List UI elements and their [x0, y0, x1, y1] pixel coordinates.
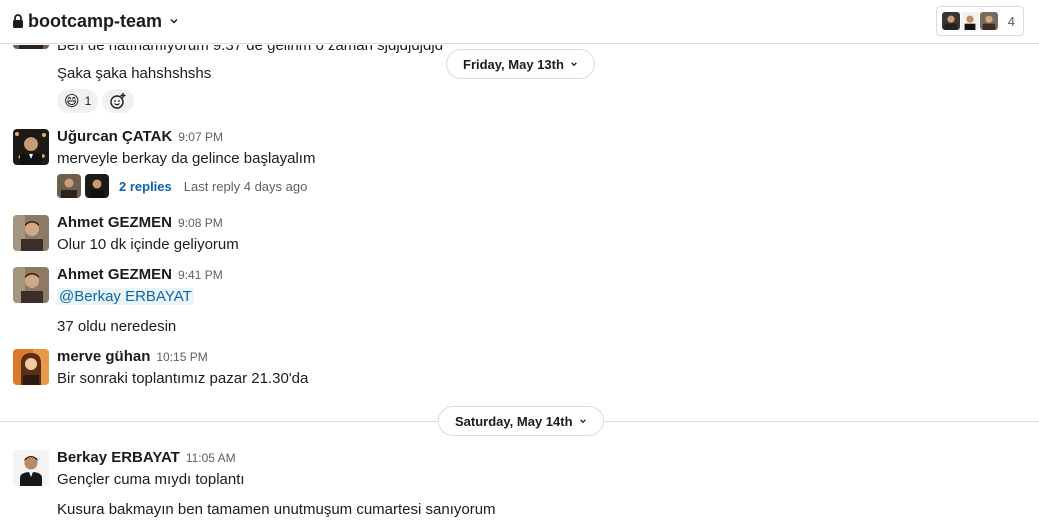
- chevron-down-icon: [579, 419, 586, 424]
- message-text: Ben de hatırlamıyorum 9.37 de gelirim o …: [57, 45, 444, 54]
- message-text: Olur 10 dk içinde geliyorum: [57, 236, 239, 253]
- reaction-pill[interactable]: 😄 1: [57, 89, 99, 113]
- timestamp[interactable]: 9:41 PM: [178, 268, 223, 282]
- member-avatar: [978, 11, 999, 31]
- timestamp[interactable]: 10:15 PM: [156, 350, 207, 364]
- grinning-emoji-icon: 😄: [64, 93, 80, 110]
- chevron-down-icon: [571, 62, 577, 67]
- member-avatar: [940, 11, 961, 31]
- reply-avatar: [85, 174, 109, 198]
- message-text: 37 oldu neredesin: [57, 318, 177, 335]
- date-label: Friday, May 13th: [463, 56, 564, 72]
- channel-name-button[interactable]: bootcamp-team: [12, 10, 179, 32]
- avatar[interactable]: [13, 349, 49, 385]
- date-divider-button[interactable]: Saturday, May 14th: [438, 406, 604, 436]
- message-text: Gençler cuma mıydı toplantı: [57, 471, 245, 488]
- author-name[interactable]: Ahmet GEZMEN 9:41 PM: [57, 266, 223, 283]
- avatar[interactable]: [13, 267, 49, 303]
- channel-name: bootcamp-team: [28, 10, 163, 31]
- member-avatar: [959, 11, 980, 31]
- message-text: Şaka şaka hahshshshs: [57, 65, 212, 82]
- member-count: 4: [1007, 13, 1015, 29]
- chevron-down-icon: [170, 18, 178, 24]
- avatar[interactable]: [13, 450, 49, 486]
- date-divider-button[interactable]: Friday, May 13th: [446, 49, 595, 79]
- message-text: @Berkay ERBAYAT: [57, 288, 194, 305]
- date-label: Saturday, May 14th: [455, 413, 573, 429]
- author-name[interactable]: merve gühan 10:15 PM: [57, 348, 208, 365]
- add-reaction-icon: [110, 93, 126, 109]
- message-text: Bir sonraki toplantımız pazar 21.30'da: [57, 370, 309, 387]
- message-list[interactable]: Ben de hatırlamıyorum 9.37 de gelirim o …: [0, 45, 1039, 526]
- thread-summary[interactable]: 2 replies Last reply 4 days ago: [57, 173, 307, 199]
- lock-icon: [13, 14, 23, 28]
- timestamp[interactable]: 11:05 AM: [186, 451, 236, 465]
- avatar[interactable]: [13, 215, 49, 251]
- reply-avatar: [57, 174, 81, 198]
- avatar: [13, 45, 49, 49]
- author-name[interactable]: Ahmet GEZMEN 9:08 PM: [57, 214, 223, 231]
- avatar[interactable]: [13, 129, 49, 165]
- message-text: merveyle berkay da gelince başlayalım: [57, 150, 316, 167]
- message-text: Kusura bakmayın ben tamamen unutmuşum cu…: [57, 501, 496, 518]
- author-name[interactable]: Berkay ERBAYAT 11:05 AM: [57, 449, 236, 466]
- timestamp[interactable]: 9:07 PM: [178, 130, 223, 144]
- replies-link[interactable]: 2 replies: [119, 179, 172, 194]
- last-reply-text: Last reply 4 days ago: [183, 178, 308, 194]
- channel-header: bootcamp-team 4: [0, 0, 1039, 44]
- author-name[interactable]: Uğurcan ÇATAK 9:07 PM: [57, 128, 223, 145]
- timestamp[interactable]: 9:08 PM: [178, 216, 223, 230]
- reaction-count: 1: [84, 94, 92, 108]
- user-mention[interactable]: @Berkay ERBAYAT: [57, 288, 194, 305]
- members-button[interactable]: 4: [935, 6, 1024, 36]
- add-reaction-button[interactable]: [102, 89, 134, 113]
